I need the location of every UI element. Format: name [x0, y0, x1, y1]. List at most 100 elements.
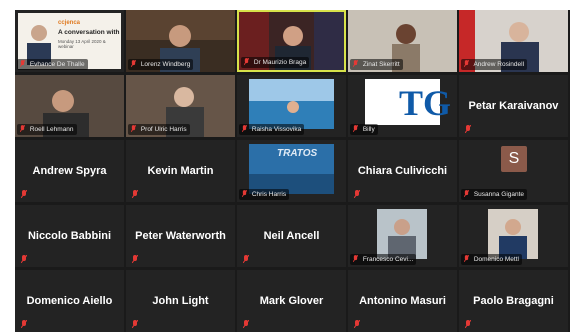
muted-mic-icon	[244, 58, 249, 65]
muted-mic-icon	[132, 320, 138, 328]
participant-tile[interactable]: Peter Waterworth	[126, 205, 235, 267]
participant-name-label: Chris Harris	[239, 189, 290, 200]
participant-tile[interactable]: Andrew Spyra	[15, 140, 124, 202]
muted-mic-icon	[132, 255, 138, 263]
profile-picture-photo	[488, 209, 538, 259]
muted-mic-icon	[354, 320, 360, 328]
participant-display-name: Peter Waterworth	[135, 230, 226, 242]
slide-brand: ccjenca	[58, 20, 81, 26]
participant-display-name: Chiara Culivicchi	[357, 165, 448, 177]
muted-mic-icon	[242, 190, 247, 197]
participant-tile[interactable]: Niccolo Babbini	[15, 205, 124, 267]
participant-tile[interactable]: Roell Lehmann	[15, 75, 124, 137]
participant-name: Domenico Mettl	[473, 256, 519, 263]
participant-name: Raisha Vissovika	[251, 126, 302, 133]
participant-tile[interactable]: Antonino Masuri	[348, 270, 457, 332]
participant-name: Susanna Gigante	[473, 191, 525, 198]
participant-name: Billy	[362, 126, 375, 133]
participant-name-label: Domenico Mettl	[461, 254, 522, 265]
muted-mic-icon	[464, 60, 469, 67]
muted-mic-icon	[354, 190, 360, 198]
muted-mic-icon	[465, 320, 471, 328]
participant-name: Lorenz Windberg	[140, 61, 191, 68]
muted-mic-icon	[464, 255, 469, 262]
participant-tile[interactable]: ccjenca A conversation with Monday 13 Ap…	[15, 10, 124, 72]
muted-mic-icon	[243, 255, 249, 263]
muted-mic-icon	[464, 190, 469, 197]
participant-display-name: Antonino Masuri	[359, 295, 446, 307]
participant-name-label: Susanna Gigante	[461, 189, 528, 200]
participant-tile[interactable]: Petar Karaivanov	[459, 75, 568, 137]
participant-display-name: Niccolo Babbini	[27, 230, 112, 242]
slide-headline: A conversation with	[58, 29, 120, 36]
participant-tile[interactable]: Lorenz Windberg	[126, 10, 235, 72]
muted-mic-icon	[131, 125, 136, 132]
participant-name-label: Raisha Vissovika	[239, 124, 305, 135]
participant-tile[interactable]: Neil Ancell	[237, 205, 346, 267]
logo-text: TG	[399, 83, 452, 123]
muted-mic-icon	[131, 60, 136, 67]
participant-name: Francesco Cevi...	[362, 256, 414, 263]
participant-tile[interactable]: Kevin Martin	[126, 140, 235, 202]
muted-mic-icon	[21, 320, 27, 328]
muted-mic-icon	[132, 190, 138, 198]
participant-name: Prof Ulric Harris	[140, 126, 187, 133]
participant-display-name: Andrew Spyra	[32, 165, 107, 177]
participant-tile[interactable]: Raisha Vissovika	[237, 75, 346, 137]
banner-text: TRATOS	[277, 148, 318, 159]
muted-mic-icon	[21, 190, 27, 198]
profile-picture-logo: TG	[365, 79, 451, 125]
participant-tile[interactable]: Mark Glover	[237, 270, 346, 332]
participant-tile[interactable]: Andrew Rosindell	[459, 10, 568, 72]
participant-name: Zinat Skerritt	[362, 61, 400, 68]
participant-name-label: Prof Ulric Harris	[128, 124, 190, 135]
avatar: S	[501, 146, 527, 172]
participant-tile[interactable]: Domenico Mettl	[459, 205, 568, 267]
muted-mic-icon	[21, 255, 27, 263]
participant-name-label: Roell Lehmann	[17, 124, 77, 135]
profile-picture-photo	[377, 209, 427, 259]
participant-tile[interactable]: Zinat Skerritt	[348, 10, 457, 72]
video-gallery-grid: ccjenca A conversation with Monday 13 Ap…	[15, 10, 570, 332]
profile-picture-sea	[249, 79, 334, 129]
participant-name: Roell Lehmann	[29, 126, 74, 133]
screenshot-canvas: ccjenca A conversation with Monday 13 Ap…	[0, 0, 572, 334]
muted-mic-icon	[353, 60, 358, 67]
muted-mic-icon	[353, 125, 358, 132]
participant-name-label: Lorenz Windberg	[128, 59, 194, 70]
participant-display-name: Neil Ancell	[263, 230, 320, 242]
muted-mic-icon	[20, 125, 25, 132]
participant-tile[interactable]: TRATOS Chris Harris	[237, 140, 346, 202]
participant-tile[interactable]: Domenico Aiello	[15, 270, 124, 332]
participant-name-label: Andrew Rosindell	[461, 59, 528, 70]
participant-tile-active[interactable]: Dr Maurizio Braga	[237, 10, 346, 72]
participant-tile[interactable]: John Light	[126, 270, 235, 332]
participant-name: Dr Maurizio Braga	[253, 59, 307, 66]
muted-mic-icon	[243, 320, 249, 328]
participant-display-name: John Light	[152, 295, 209, 307]
participant-name-label: Evhance De Thalle	[17, 59, 88, 70]
participant-display-name: Domenico Aiello	[26, 295, 113, 307]
participant-name: Andrew Rosindell	[473, 61, 525, 68]
participant-name-label: Dr Maurizio Braga	[241, 57, 310, 68]
slide-subtitle: Monday 13 April 2020 & webinar	[58, 39, 106, 49]
participant-tile[interactable]: Francesco Cevi...	[348, 205, 457, 267]
participant-name-label: Francesco Cevi...	[350, 254, 417, 265]
participant-display-name: Kevin Martin	[147, 165, 214, 177]
participant-name: Chris Harris	[251, 191, 287, 198]
participant-tile[interactable]: S Susanna Gigante	[459, 140, 568, 202]
participant-name: Evhance De Thalle	[29, 61, 85, 68]
muted-mic-icon	[353, 255, 358, 262]
participant-display-name: Paolo Bragagni	[473, 295, 554, 307]
participant-tile[interactable]: TG Billy	[348, 75, 457, 137]
participant-name-label: Zinat Skerritt	[350, 59, 403, 70]
participant-name-label: Billy	[350, 124, 378, 135]
muted-mic-icon	[20, 60, 25, 67]
muted-mic-icon	[242, 125, 247, 132]
participant-display-name: Mark Glover	[259, 295, 324, 307]
participant-tile[interactable]: Prof Ulric Harris	[126, 75, 235, 137]
participant-tile[interactable]: Paolo Bragagni	[459, 270, 568, 332]
participant-display-name: Petar Karaivanov	[468, 100, 559, 112]
participant-tile[interactable]: Chiara Culivicchi	[348, 140, 457, 202]
muted-mic-icon	[465, 125, 471, 133]
